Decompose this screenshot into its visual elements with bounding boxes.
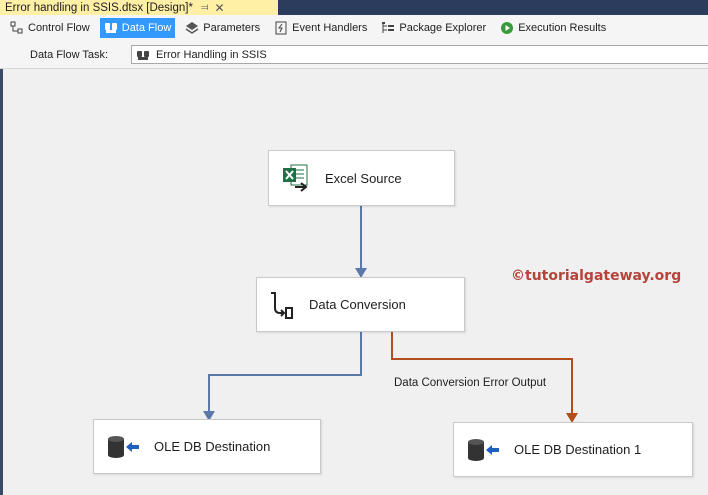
data-flow-task-label: Data Flow Task:	[30, 49, 109, 61]
data-flow-task-row: Data Flow Task: Error Handling in SSIS	[0, 41, 708, 69]
tab-package-explorer-label: Package Explorer	[399, 22, 487, 34]
event-handlers-icon	[274, 21, 288, 35]
tab-data-flow-label: Data Flow	[121, 22, 172, 34]
data-conversion-icon	[269, 290, 295, 320]
database-destination-1-icon	[466, 437, 500, 463]
document-tab-title: Error handling in SSIS.dtsx [Design]*	[5, 1, 193, 14]
parameters-icon	[185, 21, 199, 35]
tab-data-flow[interactable]: Data Flow	[99, 18, 176, 38]
tab-control-flow[interactable]: Control Flow	[6, 18, 94, 38]
error-output-path-label[interactable]: Data Conversion Error Output	[394, 377, 547, 389]
database-destination-icon	[106, 434, 140, 460]
ole-db-destination-1-node[interactable]: OLE DB Destination 1	[453, 422, 693, 477]
data-flow-icon	[104, 21, 118, 35]
tab-execution-results[interactable]: Execution Results	[496, 18, 610, 38]
package-explorer-icon	[381, 21, 395, 35]
data-conversion-label: Data Conversion	[309, 297, 406, 312]
ssis-designer-window: Error handling in SSIS.dtsx [Design]* ⫤ …	[0, 0, 708, 495]
data-flow-task-value: Error Handling in SSIS	[156, 48, 267, 61]
close-icon[interactable]: ✕	[214, 1, 224, 15]
data-flow-canvas[interactable]: Excel Source Data Conversion OLE DB Dest…	[0, 69, 708, 495]
excel-source-icon	[281, 163, 311, 193]
ole-db-destination-node[interactable]: OLE DB Destination	[93, 419, 321, 474]
control-flow-icon	[10, 21, 24, 35]
tab-parameters-label: Parameters	[203, 22, 261, 34]
data-flow-task-icon	[136, 49, 150, 61]
tab-package-explorer[interactable]: Package Explorer	[377, 18, 490, 38]
tab-control-flow-label: Control Flow	[28, 22, 90, 34]
document-tab-strip: Error handling in SSIS.dtsx [Design]* ⫤ …	[0, 0, 708, 15]
document-tab[interactable]: Error handling in SSIS.dtsx [Design]* ⫤ …	[0, 0, 278, 15]
tab-event-handlers-label: Event Handlers	[292, 22, 368, 34]
watermark-text: ©tutorialgateway.org	[511, 268, 682, 284]
pin-icon[interactable]: ⫤	[201, 2, 209, 13]
tab-execution-results-label: Execution Results	[518, 22, 607, 34]
success-path-conversion-to-destination[interactable]	[203, 332, 362, 421]
data-conversion-node[interactable]: Data Conversion	[256, 277, 465, 332]
tab-parameters[interactable]: Parameters	[181, 18, 264, 38]
data-flow-task-select[interactable]: Error Handling in SSIS	[131, 45, 708, 64]
execution-results-icon	[500, 21, 514, 35]
designer-tab-bar: Control Flow Data Flow Parameters Event …	[0, 15, 708, 41]
excel-source-label: Excel Source	[325, 170, 402, 186]
excel-source-node[interactable]: Excel Source	[268, 150, 455, 206]
ole-db-destination-1-label: OLE DB Destination 1	[514, 442, 642, 457]
tab-event-handlers[interactable]: Event Handlers	[270, 18, 371, 38]
success-path-excel-to-conversion[interactable]	[355, 206, 367, 278]
ole-db-destination-label: OLE DB Destination	[154, 439, 271, 454]
